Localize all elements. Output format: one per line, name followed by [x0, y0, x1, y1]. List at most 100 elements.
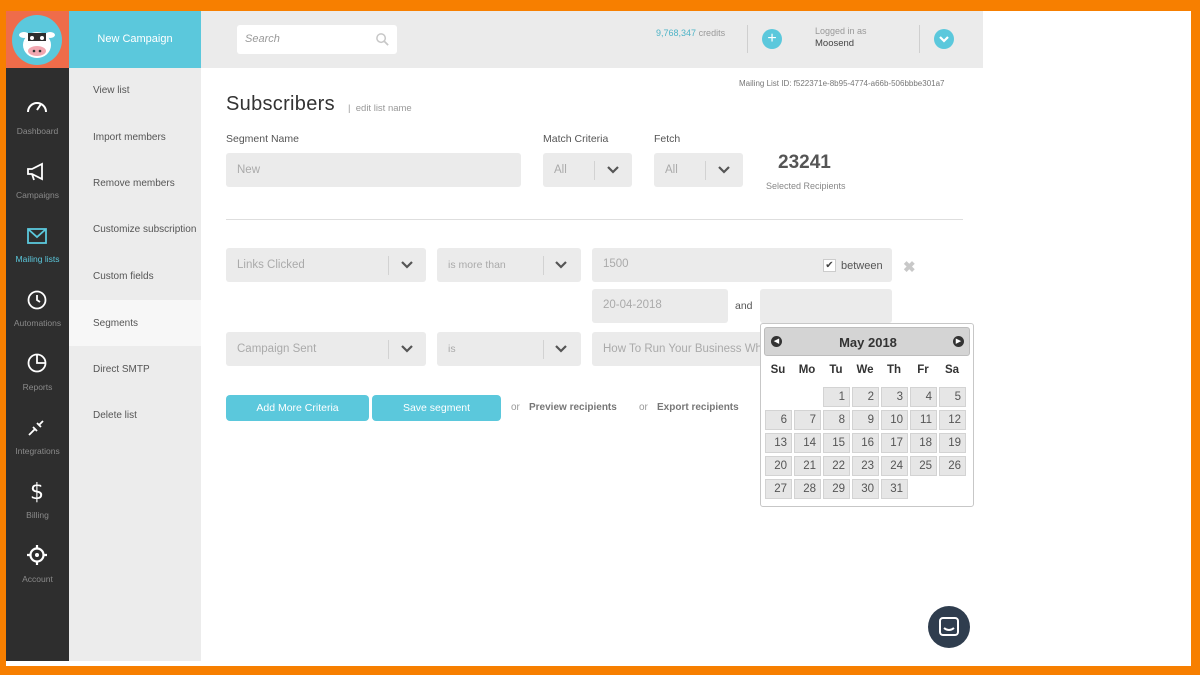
calendar-day[interactable]: 9: [852, 410, 879, 430]
calendar-day[interactable]: 5: [939, 387, 966, 407]
save-segment-button[interactable]: Save segment: [372, 395, 501, 421]
submenu-item-delete-list[interactable]: Delete list: [69, 392, 201, 438]
calendar-day[interactable]: 8: [823, 410, 850, 430]
submenu-item-direct-smtp[interactable]: Direct SMTP: [69, 346, 201, 392]
weekday-header: Tu: [829, 364, 843, 376]
criteria-field-select[interactable]: Links Clicked: [226, 248, 426, 282]
nav-label: Reports: [22, 382, 53, 392]
calendar-day[interactable]: 25: [910, 456, 937, 476]
calendar-day[interactable]: 20: [765, 456, 792, 476]
calendar-day[interactable]: 3: [881, 387, 908, 407]
next-month-icon[interactable]: ▶: [953, 336, 964, 347]
calendar-day[interactable]: 7: [794, 410, 821, 430]
calendar-day[interactable]: 26: [939, 456, 966, 476]
submenu-item-remove-members[interactable]: Remove members: [69, 160, 201, 206]
remove-criteria-button[interactable]: ✖: [903, 258, 916, 276]
segment-name-input[interactable]: New: [226, 153, 521, 187]
calendar-day[interactable]: 15: [823, 433, 850, 453]
credits-display: 9,768,347 credits: [656, 28, 725, 38]
chevron-down-icon: [555, 345, 567, 353]
edit-list-name-text[interactable]: edit list name: [356, 103, 412, 114]
chevron-down-icon: [607, 166, 619, 174]
calendar-day[interactable]: 24: [881, 456, 908, 476]
edit-list-name-link[interactable]: | edit list name: [348, 103, 412, 114]
criteria-operator-select[interactable]: is: [437, 332, 581, 366]
match-criteria-value: All: [554, 164, 567, 176]
calendar-day[interactable]: 4: [910, 387, 937, 407]
criteria-field-select[interactable]: Campaign Sent: [226, 332, 426, 366]
calendar-day[interactable]: 14: [794, 433, 821, 453]
criteria-operator-select[interactable]: is more than: [437, 248, 581, 282]
selected-recipients-count: 23241: [778, 152, 831, 173]
add-credits-button[interactable]: +: [762, 29, 782, 49]
calendar-day[interactable]: 13: [765, 433, 792, 453]
fetch-value: All: [665, 164, 678, 176]
page-title: Subscribers: [226, 93, 335, 115]
chat-widget-button[interactable]: [928, 606, 970, 648]
add-more-criteria-button[interactable]: Add More Criteria: [226, 395, 369, 421]
submenu-item-view-list[interactable]: View list: [69, 67, 201, 113]
submenu-item-import-members[interactable]: Import members: [69, 114, 201, 160]
criteria-value: How To Run Your Business Wh: [603, 343, 762, 355]
calendar-day[interactable]: 16: [852, 433, 879, 453]
nav-label: Integrations: [15, 446, 60, 456]
calendar-day[interactable]: 11: [910, 410, 937, 430]
calendar-day[interactable]: 22: [823, 456, 850, 476]
header-divider: [747, 25, 748, 53]
date-from-input[interactable]: 20-04-2018: [592, 289, 728, 323]
calendar-day[interactable]: 30: [852, 479, 879, 499]
between-toggle[interactable]: ✔ between: [823, 259, 883, 272]
header-divider: [919, 25, 920, 53]
criteria-field-value: Links Clicked: [237, 259, 305, 271]
calendar-day[interactable]: 21: [794, 456, 821, 476]
nav-automations[interactable]: Automations: [6, 283, 69, 347]
calendar-day[interactable]: 18: [910, 433, 937, 453]
nav-reports[interactable]: Reports: [6, 347, 69, 411]
calendar-day[interactable]: 23: [852, 456, 879, 476]
calendar-day[interactable]: 28: [794, 479, 821, 499]
submenu-item-customize-subscription[interactable]: Customize subscription: [69, 206, 201, 252]
new-campaign-button[interactable]: New Campaign: [69, 11, 201, 68]
nav-label: Account: [22, 574, 53, 584]
account-menu-button[interactable]: [934, 29, 954, 49]
calendar-day[interactable]: 19: [939, 433, 966, 453]
nav-integrations[interactable]: Integrations: [6, 411, 69, 475]
logged-in-label: Logged in as: [815, 26, 867, 36]
date-to-input[interactable]: [760, 289, 892, 323]
gear-icon: [27, 545, 47, 565]
nav-label: Automations: [13, 318, 62, 328]
between-checkbox[interactable]: ✔: [823, 259, 836, 272]
export-recipients-link[interactable]: Export recipients: [657, 402, 739, 413]
segment-name-label: Segment Name: [226, 133, 299, 145]
divider: [226, 219, 963, 220]
chevron-down-icon: [555, 261, 567, 269]
calendar-day[interactable]: 27: [765, 479, 792, 499]
calendar-day[interactable]: 31: [881, 479, 908, 499]
preview-recipients-link[interactable]: Preview recipients: [529, 402, 617, 413]
fetch-select[interactable]: All: [654, 153, 743, 187]
calendar-day[interactable]: 29: [823, 479, 850, 499]
calendar-day[interactable]: 2: [852, 387, 879, 407]
chevron-down-icon: [718, 166, 730, 174]
selected-recipients-label: Selected Recipients: [766, 181, 846, 191]
search-input[interactable]: Search: [237, 25, 397, 54]
calendar-day[interactable]: 17: [881, 433, 908, 453]
segment-name-value: New: [237, 164, 261, 176]
nav-mailing-lists[interactable]: Mailing lists: [6, 219, 69, 283]
calendar-day[interactable]: 6: [765, 410, 792, 430]
search-icon[interactable]: [375, 32, 390, 47]
nav-billing[interactable]: $ Billing: [6, 475, 69, 539]
moosend-cow-logo-icon[interactable]: [12, 15, 62, 65]
envelope-icon: [27, 228, 47, 244]
match-criteria-select[interactable]: All: [543, 153, 632, 187]
nav-account[interactable]: Account: [6, 539, 69, 603]
calendar-day[interactable]: 12: [939, 410, 966, 430]
between-label: between: [841, 259, 883, 272]
submenu-item-segments[interactable]: Segments: [69, 300, 201, 346]
calendar-day[interactable]: 1: [823, 387, 850, 407]
calendar-day[interactable]: 10: [881, 410, 908, 430]
nav-dashboard[interactable]: Dashboard: [6, 91, 69, 155]
submenu-item-custom-fields[interactable]: Custom fields: [69, 253, 201, 299]
nav-campaigns[interactable]: Campaigns: [6, 155, 69, 219]
logo-box: [6, 11, 69, 68]
